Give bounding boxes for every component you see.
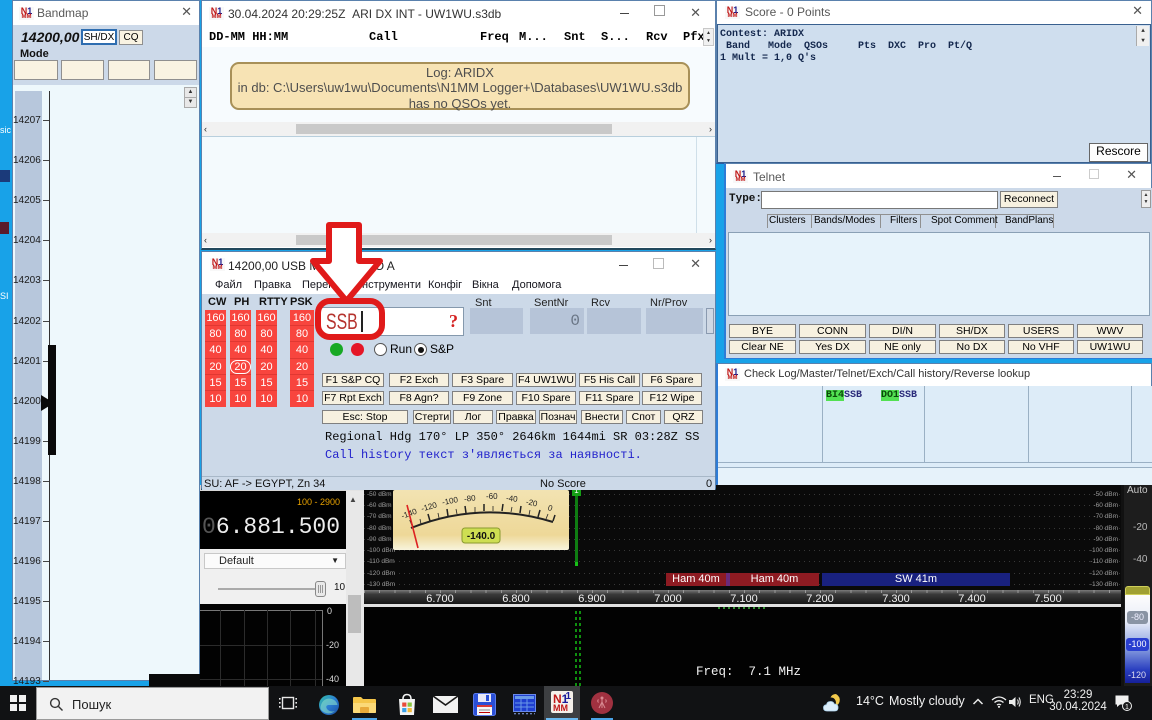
svg-text:-80: -80: [464, 493, 477, 503]
svg-text:-40: -40: [506, 494, 519, 504]
svg-text:1: 1: [1125, 704, 1129, 711]
svg-text:-140.0: -140.0: [467, 531, 496, 542]
svg-text:-60: -60: [486, 492, 498, 501]
